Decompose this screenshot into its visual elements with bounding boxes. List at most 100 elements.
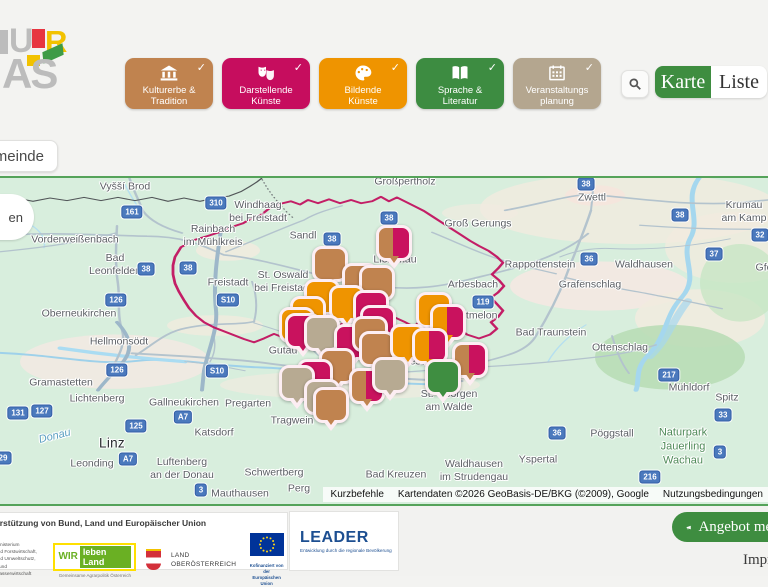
check-icon: ✓ xyxy=(197,61,206,74)
footer: erstützung von Bund, Land und Europäisch… xyxy=(0,506,768,576)
route-shield: 38 xyxy=(381,212,398,225)
map-marker[interactable] xyxy=(376,225,412,261)
town-label: Bad Leonfelden xyxy=(89,252,141,278)
tab-liste[interactable]: Liste xyxy=(711,66,767,98)
land-oberoesterreich-label: LAND OBERÖSTERREICH xyxy=(171,551,236,569)
town-label: Sandl xyxy=(290,229,317,242)
ministry-text: ministerium und Forstwirtschaft, und Umw… xyxy=(0,542,43,578)
route-shield: 38 xyxy=(672,209,689,222)
map-canvas[interactable]: Vyšší Brod Windhaag bei FreistadtSandl Gro… xyxy=(0,176,768,506)
town-label: Rappottenstein xyxy=(505,258,576,271)
wir-leben-land-logo: WIR leben Land Gemeinsame Agrarpolitik Ö… xyxy=(53,543,136,578)
route-shield: 38 xyxy=(138,263,155,276)
town-label: Schwertberg xyxy=(245,466,304,479)
town-label: Krumau am Kamp xyxy=(722,199,767,225)
route-shield: 126 xyxy=(106,364,127,377)
theater-masks-icon xyxy=(256,63,276,84)
town-label: Donau xyxy=(38,426,73,447)
report-offer-label: Angebot melden xyxy=(698,519,768,536)
town-label: Waldhausen im Strudengau xyxy=(440,458,508,484)
town-label: Vorderweißenbach xyxy=(31,233,119,246)
route-shield: 38 xyxy=(180,262,197,275)
filter-label: Sprache & Literatur xyxy=(438,85,482,108)
leader-title: LEADER xyxy=(300,530,398,546)
marker-pointer-tip xyxy=(342,316,352,323)
filter-button[interactable]: ✓Sprache & Literatur xyxy=(416,58,504,109)
route-shield: A7 xyxy=(119,453,137,466)
route-shield: 38 xyxy=(578,178,595,191)
town-label: Zwettl xyxy=(578,191,606,204)
town-label: Ottenschlag xyxy=(592,341,648,354)
megaphone-icon xyxy=(686,520,691,535)
town-label: Pöggstall xyxy=(590,427,633,440)
route-shield: 36 xyxy=(549,427,566,440)
town-label: Großpertholz xyxy=(374,176,435,189)
gemeinde-filter-label: meinde xyxy=(0,148,44,165)
eu-flag-icon xyxy=(250,533,284,561)
map-overlays: Vyšší Brod Windhaag bei FreistadtSandl Gro… xyxy=(0,178,768,504)
town-label: Mauthausen xyxy=(211,487,269,500)
town-label: Waldhausen xyxy=(615,258,673,271)
route-shield: 126 xyxy=(105,294,126,307)
town-label: Gallneukirchen xyxy=(149,396,219,409)
route-shield: 119 xyxy=(473,296,494,309)
town-label: Vyšší Brod xyxy=(100,180,150,193)
route-shield: S10 xyxy=(217,294,239,307)
route-shield: 161 xyxy=(121,206,142,219)
book-icon xyxy=(450,63,470,84)
town-label: Naturpark Jauerling Wachau xyxy=(659,426,707,467)
keyboard-shortcuts-link[interactable]: Kurzbefehle xyxy=(331,489,384,500)
marker-pointer-tip xyxy=(385,388,395,395)
town-label: Pregarten xyxy=(225,397,271,410)
check-icon: ✓ xyxy=(391,61,400,74)
route-shield: 310 xyxy=(205,197,226,210)
route-shield: 3 xyxy=(195,484,207,497)
town-label: Groß Gerungs xyxy=(444,217,511,230)
impressum-link[interactable]: Impressum xyxy=(743,552,768,569)
museum-icon xyxy=(159,63,179,84)
route-shield: S10 xyxy=(206,365,228,378)
town-label: Arbesbach xyxy=(448,278,498,291)
route-shield: 217 xyxy=(658,369,679,382)
town-label: Katsdorf xyxy=(194,426,233,439)
filter-button[interactable]: ✓Kulturerbe & Tradition xyxy=(125,58,213,109)
header: U R AS ✓Kulturerbe & Tradition✓Darstelle… xyxy=(0,0,768,176)
town-label: Windhaag bei Freistadt xyxy=(229,199,287,225)
town-label: Gfö xyxy=(756,261,768,274)
map-attribution: Kurzbefehle Kartendaten ©2026 GeoBasis-D… xyxy=(323,487,768,502)
filter-button[interactable]: ✓Darstellende Künste xyxy=(222,58,310,109)
search-button[interactable] xyxy=(621,70,649,98)
route-shield: 33 xyxy=(715,409,732,422)
town-label: Spitz xyxy=(715,391,738,404)
marker-pointer-tip xyxy=(326,418,336,425)
town-label: Tragwein xyxy=(271,414,314,427)
filter-label: Darstellende Künste xyxy=(239,85,292,108)
tab-karte[interactable]: Karte xyxy=(655,66,711,98)
marker-pointer-tip xyxy=(362,399,372,406)
town-label: Hellmonsödt xyxy=(90,335,148,348)
calendar-icon xyxy=(547,63,567,84)
report-offer-button[interactable]: Angebot melden xyxy=(672,512,768,542)
route-shield: 32 xyxy=(752,229,768,242)
map-label-pill-text: en xyxy=(9,210,23,225)
map-marker[interactable] xyxy=(425,359,461,395)
kulturatlas-logo[interactable]: U R AS xyxy=(0,0,110,110)
filter-label: Kulturerbe & Tradition xyxy=(143,85,196,108)
town-label: Bad Kreuzen xyxy=(366,468,427,481)
town-label: Mühldorf xyxy=(669,381,710,394)
town-label: Grafenschlag xyxy=(559,278,621,291)
town-label: Linz xyxy=(99,436,125,453)
logo-shape xyxy=(32,29,45,48)
map-marker[interactable] xyxy=(372,357,408,393)
map-marker[interactable] xyxy=(313,387,349,423)
gemeinde-filter[interactable]: meinde xyxy=(0,140,58,172)
terms-link[interactable]: Nutzungsbedingungen xyxy=(663,489,763,500)
route-shield: 29 xyxy=(0,452,11,465)
check-icon: ✓ xyxy=(585,61,594,74)
marker-pointer-tip xyxy=(292,396,302,403)
route-shield: A7 xyxy=(174,411,192,424)
filter-button[interactable]: ✓Veranstaltungs planung xyxy=(513,58,601,109)
route-shield: 216 xyxy=(639,471,660,484)
town-label: Bad Traunstein xyxy=(516,326,587,339)
filter-button[interactable]: ✓Bildende Künste xyxy=(319,58,407,109)
